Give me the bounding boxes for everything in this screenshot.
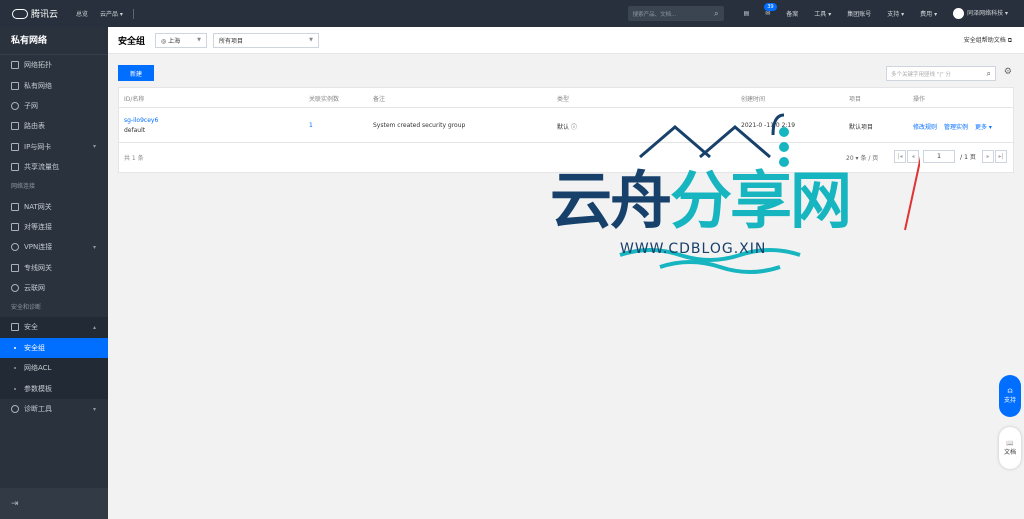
vpn-icon: [11, 243, 19, 252]
sidebar-item-vpn[interactable]: VPN连接 ▾: [0, 237, 108, 257]
traffic-icon: [11, 163, 19, 172]
col-created: 创建时间: [741, 96, 766, 103]
new-button[interactable]: 新建: [118, 65, 154, 81]
sidebar-item-peering[interactable]: 对等连接: [0, 217, 108, 237]
search-icon: ⌕: [714, 8, 719, 18]
logo-text: 腾讯云: [31, 10, 59, 20]
col-type: 类型: [557, 96, 570, 103]
sidebar-item-subnet[interactable]: 子网: [0, 96, 108, 116]
help-doc-link[interactable]: 安全组帮助文档 ⧉: [964, 35, 1012, 45]
global-search-input[interactable]: 搜索产品、文档... ⌕: [627, 6, 724, 21]
search-icon: ⌕: [986, 68, 991, 78]
vpc-icon: [11, 81, 19, 90]
message-badge: 39: [764, 3, 777, 11]
subnet-icon: [11, 101, 19, 110]
col-actions: 操作: [913, 96, 926, 103]
ip-icon: [11, 142, 19, 151]
sidebar-item-param-template[interactable]: 参数模板: [0, 378, 108, 399]
mail-icon[interactable]: ✉ 39: [757, 3, 778, 17]
sg-name: default: [124, 127, 146, 134]
sidebar-title: 私有网络: [0, 27, 108, 55]
sidebar-item-nat[interactable]: NAT网关: [0, 196, 108, 216]
sidebar-item-acl[interactable]: 网络ACL: [0, 358, 108, 379]
sidebar-item-traffic[interactable]: 共享流量包: [0, 157, 108, 177]
sidebar-item-security-group[interactable]: 安全组: [0, 337, 108, 359]
external-link-icon: ⧉: [1007, 37, 1012, 44]
support-button[interactable]: ☊ 支持: [999, 375, 1021, 417]
nav-icp[interactable]: 备案: [778, 9, 806, 18]
sidebar: 私有网络 网络拓扑 私有网络 子网 路由表 IP与网卡 ▾ 共享流量包 网络连接 …: [0, 27, 108, 519]
logo[interactable]: 腾讯云: [0, 7, 70, 20]
project-select[interactable]: 所有项目 ▼: [213, 32, 320, 48]
chevron-up-icon: ▴: [92, 323, 96, 331]
sg-id-link[interactable]: sg-ilo9cey6: [124, 117, 158, 124]
col-remark: 备注: [373, 96, 386, 103]
nav-overview[interactable]: 总览: [70, 9, 94, 18]
watermark-title: 云舟分享网: [550, 164, 852, 237]
gear-icon[interactable]: ⚙: [1004, 67, 1012, 77]
sidebar-item-vpc[interactable]: 私有网络: [0, 75, 108, 95]
col-project: 项目: [849, 96, 862, 103]
sidebar-group-security: 安全和诊断: [11, 304, 42, 312]
book-icon: 📖: [1006, 440, 1014, 447]
chevron-down-icon: ▾: [92, 143, 96, 151]
headset-icon: ☊: [1007, 388, 1013, 395]
ccn-icon: [11, 284, 19, 293]
page-header: 安全组 ◎ 上海 ▼ 所有项目 ▼ 安全组帮助文档 ⧉: [108, 27, 1024, 54]
chevron-down-icon: ▾: [92, 405, 96, 413]
instances-link[interactable]: 1: [309, 122, 313, 129]
top-bar: 腾讯云 总览 云产品 ▾ 搜索产品、文档... ⌕ ▤ ✉ 39 备案 工具 ▾ …: [0, 0, 1024, 27]
sidebar-item-security[interactable]: 安全 ▴: [0, 317, 108, 338]
next-page-icon[interactable]: ▸: [982, 150, 994, 163]
shield-icon: [11, 323, 19, 332]
manage-instances-link[interactable]: 管理实例: [944, 122, 968, 131]
diagnose-icon: [11, 405, 19, 414]
topology-icon: [11, 61, 19, 70]
user-menu[interactable]: 同泽网络科技 ▾: [945, 8, 1016, 19]
nav-group-account[interactable]: 集团账号: [839, 9, 879, 18]
chevron-down-icon: ▾: [92, 243, 96, 251]
nat-icon: [11, 202, 19, 211]
page-total: / 1 页: [960, 154, 976, 161]
last-page-icon[interactable]: ▸|: [995, 150, 1007, 163]
nav-tools[interactable]: 工具 ▾: [806, 9, 839, 18]
sidebar-item-ccn[interactable]: 云联网: [0, 278, 108, 298]
chevron-down-icon: ▼: [309, 37, 314, 43]
route-table-icon: [11, 122, 19, 131]
nav-support[interactable]: 支持 ▾: [879, 9, 912, 18]
avatar: [953, 8, 965, 19]
sidebar-item-topology[interactable]: 网络拓扑: [0, 55, 108, 75]
peering-icon: [11, 222, 19, 231]
sidebar-group-connection: 网络连接: [11, 183, 36, 191]
page-input[interactable]: 1: [923, 150, 955, 163]
watermark: 云舟分享网 WWW.CDBLOG.XIN: [540, 105, 931, 295]
sidebar-item-ip[interactable]: IP与网卡 ▾: [0, 137, 108, 157]
divider: [132, 8, 134, 19]
watermark-url: WWW.CDBLOG.XIN: [620, 241, 767, 257]
collapse-sidebar-icon[interactable]: ⇥: [0, 488, 108, 519]
page-title: 安全组: [118, 36, 146, 47]
sidebar-item-dc-gateway[interactable]: 专线网关: [0, 258, 108, 278]
docs-button[interactable]: 📖 文档: [999, 427, 1021, 469]
col-instances: 关联实例数: [309, 96, 340, 103]
chevron-down-icon: ▼: [197, 37, 202, 43]
gateway-icon: [11, 263, 19, 272]
col-id: ID/名称: [124, 96, 145, 103]
toolbar: 新建 多个关键字用竖线 "|" 分 ⌕ ⚙: [118, 65, 1014, 82]
cloud-logo-icon: [12, 8, 28, 19]
sg-remark: System created security group: [373, 122, 466, 129]
region-select[interactable]: ◎ 上海 ▼: [155, 32, 208, 48]
sidebar-item-diagnose[interactable]: 诊断工具 ▾: [0, 399, 108, 419]
nav-products[interactable]: 云产品 ▾: [94, 9, 129, 18]
calculator-icon[interactable]: ▤: [736, 10, 758, 17]
table-search-input[interactable]: 多个关键字用竖线 "|" 分 ⌕: [886, 66, 996, 81]
sidebar-item-route-table[interactable]: 路由表: [0, 116, 108, 136]
total-count: 共 1 条: [124, 155, 144, 162]
more-actions-dropdown[interactable]: 更多 ▾: [975, 122, 992, 131]
nav-billing[interactable]: 费用 ▾: [912, 9, 945, 18]
